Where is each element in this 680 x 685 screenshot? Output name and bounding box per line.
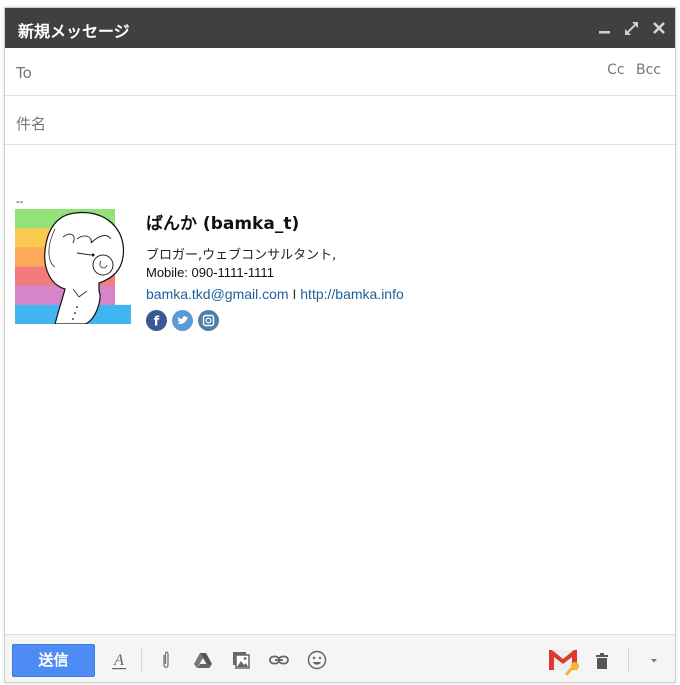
to-field[interactable]: To Cc Bcc: [5, 48, 675, 96]
svg-text:f: f: [154, 315, 160, 330]
subject-placeholder: 件名: [16, 115, 47, 133]
message-body[interactable]: -- ばんか (bamka_t) ブロガー,ウェブコンサルタント, Mobile…: [5, 146, 675, 636]
drive-icon: [194, 653, 212, 668]
toolbar-divider: [141, 648, 142, 672]
minimize-icon: [599, 31, 610, 34]
close-button[interactable]: [649, 18, 669, 38]
signature-title: ブロガー,ウェブコンサルタント,: [146, 248, 337, 263]
compose-toolbar: 送信 A: [5, 634, 675, 682]
fullscreen-button[interactable]: [622, 18, 642, 38]
trash-icon: [596, 653, 608, 669]
compose-title: 新規メッセージ: [18, 22, 130, 41]
svg-text:A: A: [113, 652, 124, 669]
twitter-icon[interactable]: [172, 310, 193, 331]
more-options-button[interactable]: [643, 649, 665, 671]
signature-mobile: Mobile: 090-1111-1111: [146, 265, 274, 280]
cc-link[interactable]: Cc: [607, 62, 624, 78]
gmail-encrypt-icon: [549, 650, 579, 676]
insert-photo-button[interactable]: [230, 649, 252, 671]
more-options-icon: [651, 659, 657, 663]
signature-name: ばんか (bamka_t): [146, 214, 300, 234]
insert-photo-icon: [233, 652, 250, 669]
close-icon: [653, 22, 665, 34]
facebook-icon[interactable]: f: [146, 310, 167, 331]
to-label: To: [16, 64, 32, 82]
signature-email-link[interactable]: bamka.tkd@gmail.com: [146, 286, 289, 302]
social-icons: f: [146, 310, 404, 331]
send-button[interactable]: 送信: [12, 644, 95, 677]
link-separator: I: [292, 286, 297, 302]
signature-website-link[interactable]: http://bamka.info: [300, 286, 404, 302]
link-icon: [269, 655, 289, 665]
compose-window: 新規メッセージ To Cc Bcc 件名 -- ばんか (bamka_t) ブロ…: [4, 7, 676, 683]
emoji-icon: [307, 650, 327, 670]
compose-titlebar[interactable]: 新規メッセージ: [5, 8, 675, 48]
discard-draft-button[interactable]: [591, 649, 613, 671]
expand-icon: [625, 22, 638, 35]
signature-links: bamka.tkd@gmail.com I http://bamka.info: [146, 286, 404, 302]
bcc-link[interactable]: Bcc: [636, 62, 661, 78]
subject-field[interactable]: 件名: [5, 97, 675, 145]
minimize-button[interactable]: [595, 18, 615, 38]
attach-icon: [163, 651, 169, 668]
cc-bcc-links: Cc Bcc: [600, 62, 661, 78]
attach-files-button[interactable]: [155, 649, 177, 671]
gmail-encrypt-button[interactable]: [547, 646, 583, 676]
insert-emoji-button[interactable]: [306, 649, 328, 671]
formatting-icon: A: [112, 652, 126, 670]
signature-separator: --: [16, 196, 24, 208]
formatting-options-button[interactable]: A: [108, 649, 130, 671]
instagram-icon[interactable]: [198, 310, 219, 331]
signature-avatar: [15, 209, 131, 324]
signature-text: ばんか (bamka_t) ブロガー,ウェブコンサルタント, Mobile: 0…: [146, 209, 404, 331]
insert-drive-button[interactable]: [192, 649, 214, 671]
toolbar-divider-right: [628, 648, 629, 672]
insert-link-button[interactable]: [268, 649, 290, 671]
